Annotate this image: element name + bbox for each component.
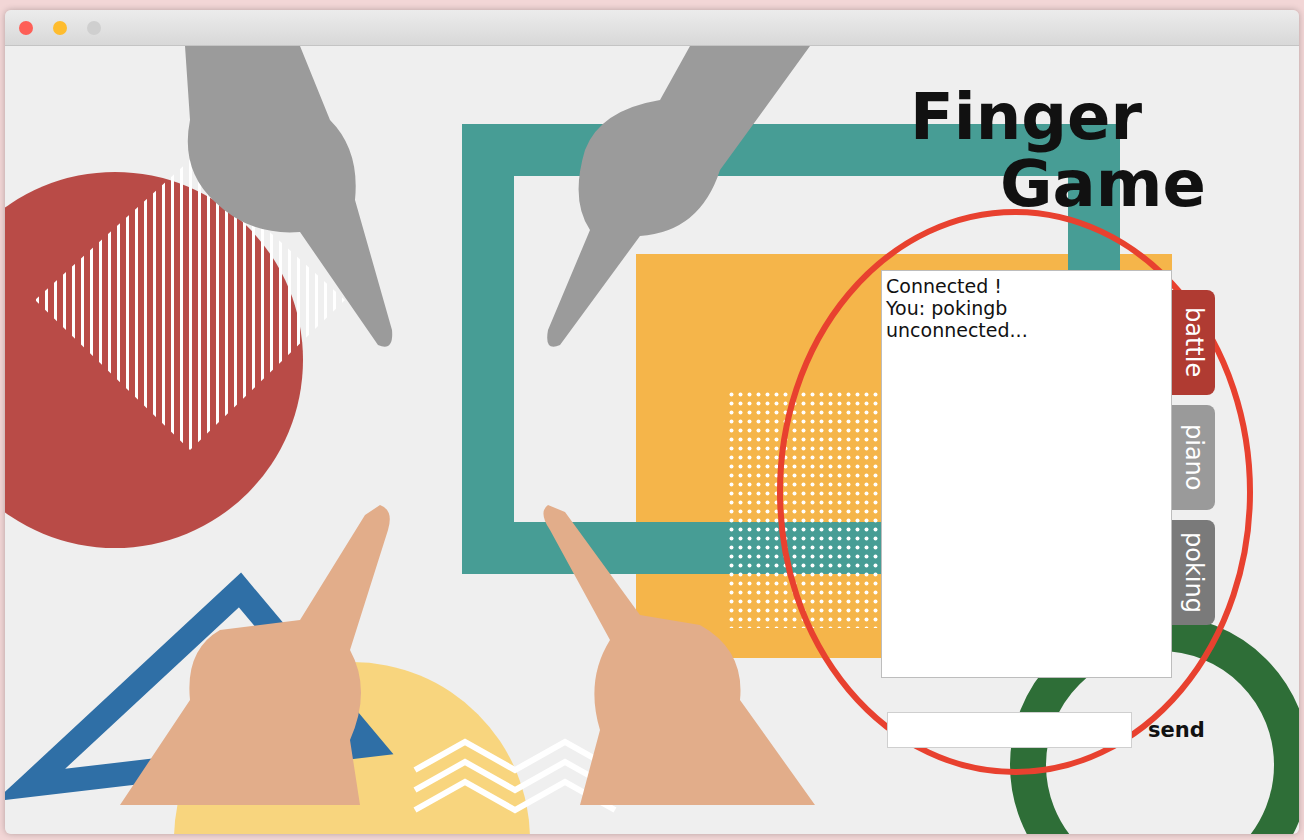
skin-hand-right — [543, 505, 815, 805]
mode-tab[interactable]: battle — [1172, 290, 1215, 395]
chat-log: Connected !You: pokingbunconnected... — [881, 270, 1172, 678]
send-button[interactable]: send — [1146, 716, 1207, 744]
game-logo: FingerGame — [910, 84, 1206, 218]
chat-message: unconnected... — [886, 319, 1167, 341]
minimize-icon[interactable] — [53, 21, 67, 35]
chat-panel: Connected !You: pokingbunconnected...bat… — [881, 270, 1215, 748]
game-canvas: FingerGame Connected !You: pokingbunconne… — [5, 46, 1299, 834]
close-icon[interactable] — [19, 21, 33, 35]
zoom-icon[interactable] — [87, 21, 101, 35]
skin-hand-left — [120, 505, 390, 805]
app-window: FingerGame Connected !You: pokingbunconne… — [5, 10, 1299, 834]
grey-hand-right — [547, 46, 810, 347]
logo-line: Game — [910, 151, 1206, 218]
logo-line: Finger — [910, 84, 1206, 151]
mode-tabs: battle piano poking — [1172, 290, 1215, 625]
mode-tab[interactable]: piano — [1172, 405, 1215, 510]
annotation-ellipse — [780, 212, 1250, 772]
mode-tab[interactable]: poking — [1172, 520, 1215, 625]
grey-hand-left — [185, 46, 392, 347]
title-bar — [5, 10, 1299, 46]
message-input[interactable] — [887, 712, 1132, 748]
chat-message: Connected ! — [886, 275, 1167, 297]
screen: FingerGame Connected !You: pokingbunconne… — [0, 0, 1304, 840]
dot-pattern — [727, 390, 880, 628]
chat-message: You: pokingb — [886, 297, 1167, 319]
